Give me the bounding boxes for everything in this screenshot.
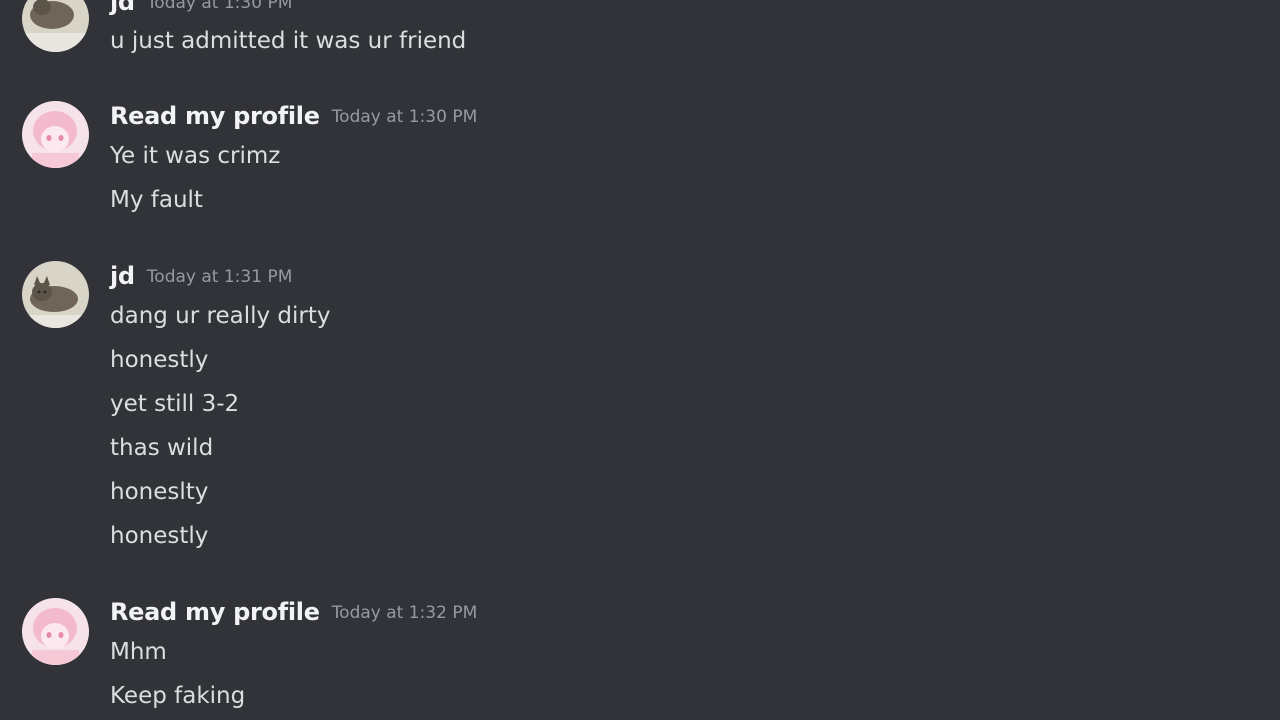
message-header: Read my profile Today at 1:30 PM [110, 102, 477, 130]
message-text: Ye it was crimz [110, 143, 281, 169]
message-header: Read my profile Today at 1:32 PM [110, 598, 477, 626]
message-text: Keep faking [110, 683, 246, 709]
message-text: yet still 3-2 [110, 391, 240, 417]
message-text: honeslty [110, 479, 209, 505]
username[interactable]: Read my profile [110, 102, 320, 130]
message-text: My fault [110, 187, 203, 213]
pink-anime-avatar-icon[interactable] [22, 101, 89, 168]
message-text: thas wild [110, 435, 214, 461]
cat-avatar-icon[interactable] [22, 261, 89, 328]
message-header: jd Today at 1:30 PM [110, 0, 292, 16]
username[interactable]: jd [110, 262, 135, 290]
message-text: honestly [110, 347, 209, 373]
message-text: honestly [110, 523, 209, 549]
timestamp: Today at 1:31 PM [146, 267, 293, 287]
message-text: u just admitted it was ur friend [110, 28, 467, 54]
timestamp: Today at 1:30 PM [331, 107, 478, 127]
username[interactable]: jd [110, 0, 135, 16]
message-text: Mhm [110, 639, 167, 665]
message-text: dang ur really dirty [110, 303, 331, 329]
pink-anime-avatar-icon[interactable] [22, 598, 89, 665]
username[interactable]: Read my profile [110, 598, 320, 626]
chat-message-list: jd Today at 1:30 PM u just admitted it wa… [0, 0, 1280, 720]
timestamp: Today at 1:30 PM [146, 0, 293, 13]
cat-avatar-icon[interactable] [22, 0, 89, 52]
timestamp: Today at 1:32 PM [331, 603, 478, 623]
message-header: jd Today at 1:31 PM [110, 262, 292, 290]
